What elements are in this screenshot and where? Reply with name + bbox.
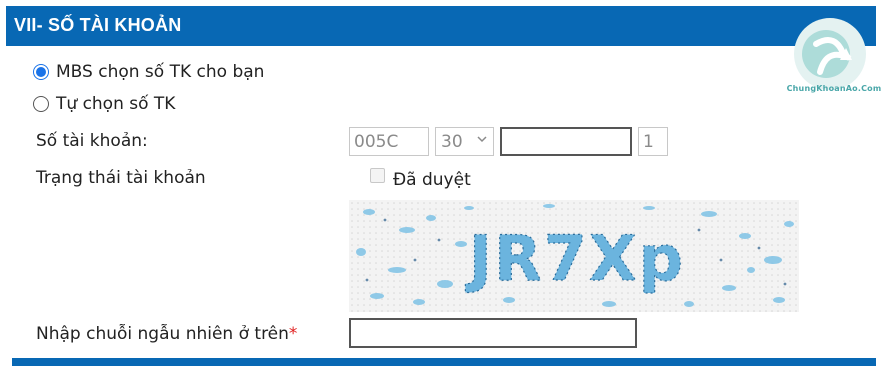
captcha-input-label: Nhập chuỗi ngẫu nhiên ở trên*	[36, 324, 297, 344]
account-prefix-value: 005C	[354, 131, 399, 152]
account-number-label: Số tài khoản:	[36, 131, 148, 151]
radio-label-self: Tự chọn số TK	[56, 94, 176, 114]
radio-label-mbs: MBS chọn số TK cho bạn	[56, 62, 265, 82]
account-suffix-field: 1	[638, 127, 668, 156]
radio-mbs-choose[interactable]	[33, 64, 49, 80]
captcha-text: JR7Xp	[465, 222, 685, 295]
account-prefix-field: 005C	[349, 127, 429, 156]
account-type-select[interactable]: 30	[435, 127, 494, 156]
account-type-value: 30	[441, 131, 463, 152]
required-mark: *	[288, 324, 298, 344]
account-status-label: Trạng thái tài khoản	[36, 168, 206, 188]
section-title: VII- SỐ TÀI KHOẢN	[14, 15, 182, 35]
radio-option-mbs[interactable]: MBS chọn số TK cho bạn	[33, 60, 264, 84]
account-suffix-value: 1	[643, 131, 654, 152]
captcha-label-text: Nhập chuỗi ngẫu nhiên ở trên	[36, 324, 289, 344]
captcha-image: JR7Xp	[349, 200, 799, 312]
radio-option-self[interactable]: Tự chọn số TK	[33, 92, 175, 116]
watermark-text: ChungKhoanAo.Com	[786, 84, 882, 93]
approved-checkbox[interactable]	[370, 168, 385, 183]
approved-checkbox-label: Đã duyệt	[393, 170, 471, 190]
section-header: VII- SỐ TÀI KHOẢN	[6, 6, 876, 46]
chevron-down-icon	[477, 136, 487, 143]
section-footer-bar	[12, 358, 876, 366]
captcha-input[interactable]	[349, 318, 637, 348]
radio-self-choose[interactable]	[33, 96, 49, 112]
account-number-input[interactable]	[500, 127, 632, 156]
